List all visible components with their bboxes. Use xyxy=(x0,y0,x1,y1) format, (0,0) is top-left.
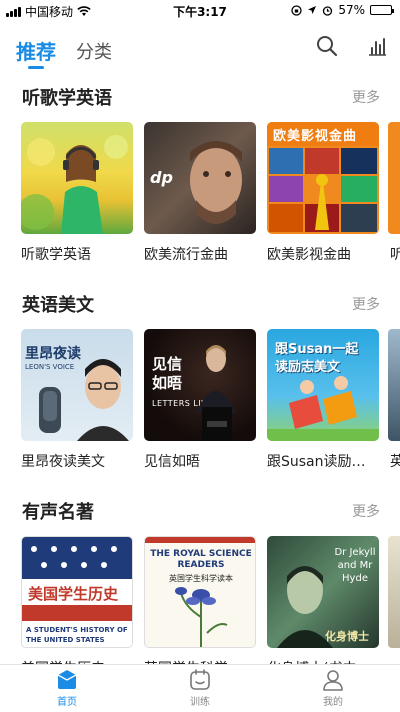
album-cover-partial[interactable] xyxy=(388,329,400,441)
album-cover[interactable]: Dr Jekyll and Mr Hyde 化身博士 xyxy=(267,536,379,648)
iris-flower-image xyxy=(175,587,228,647)
album-card[interactable]: 跟Susan一起 读励志美文 跟Susan读励… xyxy=(267,329,379,471)
more-link-songs[interactable]: 更多 xyxy=(352,87,380,107)
cover-subtitle-text: A STUDENT'S HISTORY OF THE UNITED STATES xyxy=(26,626,128,644)
status-bar: 中国移动 下午3:17 57% xyxy=(0,0,400,20)
more-link-essays[interactable]: 更多 xyxy=(352,294,380,314)
section-title-essays: 英语美文 xyxy=(22,295,94,316)
cover-subtitle-text: 化身博士 xyxy=(325,630,369,643)
album-card[interactable]: THE ROYAL SCIENCE READERS 英国学生科学读本 英国学生科… xyxy=(144,536,256,678)
album-cover-partial[interactable] xyxy=(388,536,400,648)
cover-title-text: Dr Jekyll and Mr Hyde xyxy=(334,547,376,584)
album-cover[interactable]: 见信 如晤 LETTERS LIVE xyxy=(144,329,256,441)
album-cover[interactable]: 跟Susan一起 读励志美文 xyxy=(267,329,379,441)
album-card[interactable]: Dr Jekyll and Mr Hyde 化身博士 化身博士(书中… xyxy=(267,536,379,678)
speaker-on-stage-image xyxy=(196,345,236,441)
album-card[interactable]: 欧美影视金曲 欧美影视金曲 xyxy=(267,122,379,264)
album-title-partial: 英 xyxy=(390,454,400,470)
more-link-audiobooks[interactable]: 更多 xyxy=(352,501,380,521)
bottom-tab-bar: 首页 训练 我的 xyxy=(0,664,400,712)
album-cover[interactable] xyxy=(21,122,133,234)
movie-collage-image xyxy=(269,148,377,232)
nav-home[interactable]: 首页 xyxy=(27,669,107,708)
nav-profile[interactable]: 我的 xyxy=(293,669,373,708)
books-illustration-image xyxy=(267,376,379,441)
battery-percent: 57% xyxy=(338,3,365,17)
location-icon xyxy=(308,6,317,14)
nav-profile-label: 我的 xyxy=(323,697,343,708)
orientation-lock-icon xyxy=(291,4,302,16)
battery-icon xyxy=(370,5,394,15)
cover-logo-text: dp xyxy=(150,168,173,187)
album-card[interactable]: 见信 如晤 LETTERS LIVE 见信如晤 xyxy=(144,329,256,471)
man-with-microphone-image xyxy=(39,359,129,441)
album-cover[interactable]: THE ROYAL SCIENCE READERS 英国学生科学读本 xyxy=(144,536,256,648)
nav-training[interactable]: 训练 xyxy=(160,669,240,708)
album-title-partial: 听 xyxy=(390,247,400,263)
cover-title-text: 欧美影视金曲 xyxy=(273,129,358,144)
album-title: 听歌学英语 xyxy=(21,247,91,263)
section-title-songs: 听歌学英语 xyxy=(22,88,112,109)
album-title: 欧美流行金曲 xyxy=(144,247,228,263)
nav-home-label: 首页 xyxy=(57,697,77,708)
album-cover[interactable]: 里昂夜读 LEON'S VOICE xyxy=(21,329,133,441)
nav-training-label: 训练 xyxy=(190,697,210,708)
section-title-audiobooks: 有声名著 xyxy=(22,502,94,523)
album-title: 跟Susan读励… xyxy=(267,454,366,470)
cover-title-text: 美国学生历史 xyxy=(28,583,119,604)
stars-banner-image xyxy=(31,546,117,568)
album-cover[interactable]: 美国学生历史 A STUDENT'S HISTORY OF THE UNITED… xyxy=(21,536,133,648)
album-card[interactable]: 美国学生历史 A STUDENT'S HISTORY OF THE UNITED… xyxy=(21,536,133,678)
tab-category[interactable]: 分类 xyxy=(76,38,112,64)
album-title: 欧美影视金曲 xyxy=(267,247,351,263)
album-card[interactable]: dp 欧美流行金曲 xyxy=(144,122,256,264)
top-header: 推荐 分类 xyxy=(0,28,400,72)
album-card[interactable]: 听歌学英语 xyxy=(21,122,133,264)
training-icon xyxy=(190,669,210,690)
album-cover[interactable]: dp xyxy=(144,122,256,234)
album-title: 见信如晤 xyxy=(144,454,200,470)
girl-with-headphones-image xyxy=(21,135,128,234)
tab-recommended[interactable]: 推荐 xyxy=(16,36,56,65)
active-tab-indicator xyxy=(28,66,44,69)
album-cover-partial[interactable] xyxy=(388,122,400,234)
album-card[interactable]: 里昂夜读 LEON'S VOICE 里昂夜读美文 xyxy=(21,329,133,471)
home-icon xyxy=(57,670,77,689)
album-cover[interactable]: 欧美影视金曲 xyxy=(267,122,379,234)
album-title: 里昂夜读美文 xyxy=(21,454,105,470)
search-icon[interactable] xyxy=(315,34,339,58)
alarm-icon xyxy=(323,5,333,16)
profile-icon xyxy=(323,670,343,691)
chart-icon[interactable] xyxy=(365,34,389,58)
